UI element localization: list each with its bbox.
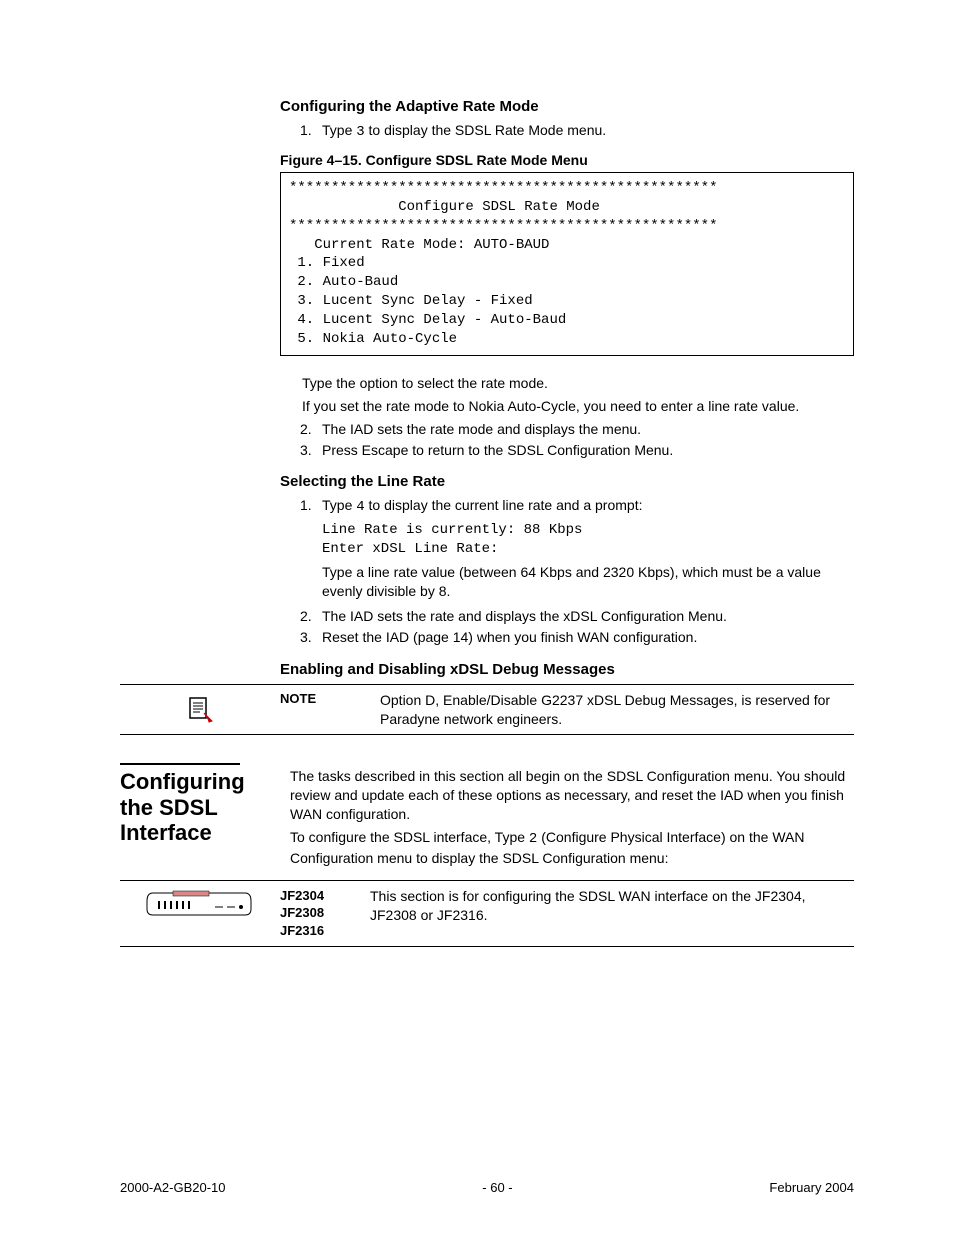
note-text: Option D, Enable/Disable G2237 xDSL Debu… — [380, 691, 854, 729]
text: to display the current line rate and a p… — [365, 497, 643, 513]
list-item: 1. Type 4 to display the current line ra… — [300, 496, 854, 604]
section-body: The tasks described in this section all … — [290, 763, 854, 871]
note-icon-cell — [120, 691, 280, 725]
text: The IAD sets the rate mode and displays … — [322, 420, 854, 439]
list-number: 2. — [300, 420, 322, 439]
text: To configure the SDSL interface, Type — [290, 829, 529, 845]
device-icon-cell — [120, 887, 280, 919]
side-title-cell: Configuring the SDSL Interface — [120, 763, 290, 871]
ordered-list: 1. Type 4 to display the current line ra… — [280, 496, 854, 646]
note-label: NOTE — [280, 691, 380, 706]
list-number: 1. — [300, 496, 322, 604]
text: Type the option to select the rate mode. — [302, 374, 854, 393]
page-footer: 2000-A2-GB20-10 - 60 - February 2004 — [120, 1180, 854, 1195]
note-icon — [186, 695, 214, 725]
page: Configuring the Adaptive Rate Mode 1. Ty… — [0, 0, 954, 1235]
list-number: 3. — [300, 441, 322, 460]
device-text: This section is for configuring the SDSL… — [370, 887, 854, 925]
paragraph-block: Type the option to select the rate mode.… — [302, 374, 854, 416]
list-body: Type 4 to display the current line rate … — [322, 496, 854, 604]
text: to display the SDSL Rate Mode menu. — [365, 122, 607, 138]
list-number: 3. — [300, 628, 322, 647]
text: If you set the rate mode to Nokia Auto-C… — [302, 397, 854, 416]
model-number: JF2304 — [280, 887, 370, 905]
ordered-list: 1. Type 3 to display the SDSL Rate Mode … — [280, 121, 854, 142]
heading-debug: Enabling and Disabling xDSL Debug Messag… — [280, 661, 854, 678]
model-number: JF2316 — [280, 922, 370, 940]
device-icon — [145, 889, 255, 919]
text: To configure the SDSL interface, Type 2 … — [290, 828, 854, 868]
footer-page-number: - 60 - — [482, 1180, 512, 1195]
terminal-output: ****************************************… — [280, 172, 854, 356]
text: The IAD sets the rate and displays the x… — [322, 607, 854, 626]
device-block: JF2304 JF2308 JF2316 This section is for… — [120, 880, 854, 947]
list-item: 2. The IAD sets the rate mode and displa… — [300, 420, 854, 439]
list-body: Type 3 to display the SDSL Rate Mode men… — [322, 121, 854, 142]
list-item: 3. Press Escape to return to the SDSL Co… — [300, 441, 854, 460]
text: The tasks described in this section all … — [290, 767, 854, 824]
text: Type — [322, 497, 356, 513]
list-number: 2. — [300, 607, 322, 626]
code-line: Enter xDSL Line Rate: — [322, 540, 854, 559]
list-item: 2. The IAD sets the rate and displays th… — [300, 607, 854, 626]
main-content: Configuring the Adaptive Rate Mode 1. Ty… — [280, 98, 854, 947]
text: Type a line rate value (between 64 Kbps … — [322, 563, 854, 601]
heading-line-rate: Selecting the Line Rate — [280, 473, 854, 490]
figure-caption: Figure 4–15. Configure SDSL Rate Mode Me… — [280, 152, 854, 168]
heading-adaptive-rate: Configuring the Adaptive Rate Mode — [280, 98, 854, 115]
text: Press Escape to return to the SDSL Confi… — [322, 441, 854, 460]
model-number: JF2308 — [280, 904, 370, 922]
code-inline: 4 — [356, 499, 364, 515]
list-number: 1. — [300, 121, 322, 142]
text: Reset the IAD (page 14) when you finish … — [322, 628, 854, 647]
section-row: Configuring the SDSL Interface The tasks… — [120, 763, 854, 871]
text: Type — [322, 122, 356, 138]
list-item: 3. Reset the IAD (page 14) when you fini… — [300, 628, 854, 647]
section-title: Configuring the SDSL Interface — [120, 763, 240, 845]
note-block: NOTE Option D, Enable/Disable G2237 xDSL… — [120, 684, 854, 736]
device-models: JF2304 JF2308 JF2316 — [280, 887, 370, 940]
code-line: Line Rate is currently: 88 Kbps — [322, 521, 854, 540]
list-item: 1. Type 3 to display the SDSL Rate Mode … — [300, 121, 854, 142]
code-inline: 3 — [356, 124, 364, 140]
footer-date: February 2004 — [769, 1180, 854, 1195]
ordered-list: 2. The IAD sets the rate mode and displa… — [280, 420, 854, 460]
footer-doc-id: 2000-A2-GB20-10 — [120, 1180, 226, 1195]
